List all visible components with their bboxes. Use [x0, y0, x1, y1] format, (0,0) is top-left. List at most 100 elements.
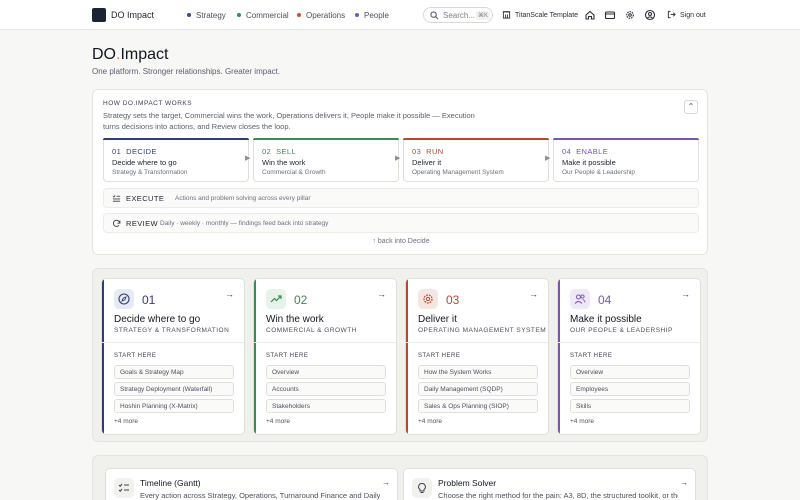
- pillar-link[interactable]: Employees: [570, 382, 690, 396]
- pillar-link[interactable]: Goals & Strategy Map: [114, 365, 234, 379]
- how-it-works-panel: HOW DO.IMPACT WORKS Strategy sets the ta…: [92, 89, 708, 255]
- review-description: Daily · weekly · monthly — findings feed…: [160, 220, 329, 227]
- pillar-link[interactable]: Daily Management (SQDP): [418, 382, 538, 396]
- gear-icon[interactable]: [624, 9, 636, 21]
- pillar-link[interactable]: Stakeholders: [266, 399, 386, 413]
- tools-panel: Timeline (Gantt) Every action across Str…: [92, 455, 708, 500]
- problem-solver-card[interactable]: Problem Solver Choose the right method f…: [403, 468, 696, 500]
- more-link[interactable]: +4 more: [418, 418, 442, 425]
- card-title: Problem Solver: [438, 478, 497, 488]
- execute-description: Actions and problem solving across every…: [175, 195, 311, 202]
- list-check-icon: [112, 195, 121, 202]
- pillar-number: 04: [598, 293, 612, 307]
- step-run[interactable]: 03 RUN Deliver it Operating Management S…: [403, 138, 549, 182]
- back-into-decide-link[interactable]: ↑ back into Decide: [93, 238, 709, 245]
- step-subtitle: Operating Management System: [412, 169, 504, 176]
- pillar-icon-box: [114, 289, 134, 309]
- step-enable[interactable]: 04 ENABLE Make it possible Our People & …: [553, 138, 699, 182]
- step-arrow-icon: ▶: [395, 155, 401, 162]
- pillar-card-people[interactable]: 04 → Make it possible OUR PEOPLE & LEADE…: [557, 278, 701, 435]
- compass-icon: [118, 293, 130, 305]
- pillar-link[interactable]: Strategy Deployment (Waterfall): [114, 382, 234, 396]
- step-arrow-icon: ▶: [545, 155, 551, 162]
- nav-commercial[interactable]: Commercial: [237, 11, 289, 20]
- page-subtitle: One platform. Stronger relationships. Gr…: [92, 67, 281, 76]
- pillar-link[interactable]: Skills: [570, 399, 690, 413]
- building-icon: [502, 11, 511, 19]
- pillar-icon-box: [570, 289, 590, 309]
- nav-operations[interactable]: Operations: [297, 11, 345, 20]
- execute-label: EXECUTE: [126, 194, 165, 203]
- pillar-arrow-icon[interactable]: →: [681, 289, 690, 299]
- pillar-accent-bar: [254, 279, 256, 434]
- pillar-icon-box: [266, 289, 286, 309]
- gear-icon: [423, 294, 433, 304]
- nav-strategy[interactable]: Strategy: [187, 11, 226, 20]
- more-link[interactable]: +4 more: [570, 418, 594, 425]
- brand-name[interactable]: DO Impact: [111, 10, 154, 20]
- pillar-link[interactable]: Overview: [570, 365, 690, 379]
- nav-people[interactable]: People: [355, 11, 389, 20]
- nav-dot: [187, 13, 191, 17]
- pillar-link[interactable]: Overview: [266, 365, 386, 379]
- checklist-icon: [118, 483, 129, 492]
- user-circle-icon[interactable]: [644, 9, 656, 21]
- step-title: Make it possible: [562, 158, 616, 167]
- collapse-button[interactable]: ⌃: [684, 100, 698, 114]
- step-decide[interactable]: 01 DECIDE Decide where to go Strategy & …: [103, 138, 249, 182]
- search-shortcut: ⌘K: [476, 11, 491, 20]
- template-button[interactable]: TitanScale Template: [502, 10, 578, 19]
- divider: [558, 342, 700, 343]
- pillar-arrow-icon[interactable]: →: [529, 289, 538, 299]
- pillar-card-operations[interactable]: 03 → Deliver it OPERATING MANAGEMENT SYS…: [405, 278, 549, 435]
- execute-row[interactable]: EXECUTE Actions and problem solving acro…: [103, 188, 699, 208]
- step-number: 02 SELL: [262, 147, 297, 156]
- pillars-panel: 01 → Decide where to go STRATEGY & TRANS…: [92, 268, 708, 442]
- step-subtitle: Our People & Leadership: [562, 169, 635, 176]
- card-arrow-icon[interactable]: →: [680, 478, 688, 487]
- how-title: HOW DO.IMPACT WORKS: [103, 100, 193, 107]
- search-placeholder: Search...: [443, 11, 476, 20]
- lightbulb-icon: [418, 482, 426, 493]
- divider: [254, 342, 396, 343]
- pillar-link[interactable]: Accounts: [266, 382, 386, 396]
- sign-out-icon: [667, 10, 676, 19]
- review-label: REVIEW: [126, 219, 158, 228]
- pillar-arrow-icon[interactable]: →: [225, 289, 234, 299]
- pillar-title: Make it possible: [570, 314, 642, 325]
- pillar-arrow-icon[interactable]: →: [377, 289, 386, 299]
- step-sell[interactable]: 02 SELL Win the work Commercial & Growth: [253, 138, 399, 182]
- timeline-card[interactable]: Timeline (Gantt) Every action across Str…: [105, 468, 398, 500]
- refresh-icon: [112, 219, 121, 227]
- more-link[interactable]: +4 more: [266, 418, 290, 425]
- divider: [102, 342, 244, 343]
- step-subtitle: Commercial & Growth: [262, 169, 326, 176]
- pillar-card-commercial[interactable]: 02 → Win the work COMMERCIAL & GROWTH ST…: [253, 278, 397, 435]
- pillar-accent-bar: [558, 279, 560, 434]
- sign-out-button[interactable]: Sign out: [667, 10, 706, 19]
- review-row[interactable]: REVIEW Daily · weekly · monthly — findin…: [103, 213, 699, 233]
- step-title: Decide where to go: [112, 158, 177, 167]
- step-title: Deliver it: [412, 158, 442, 167]
- users-icon: [574, 294, 586, 304]
- pillar-link[interactable]: How the System Works: [418, 365, 538, 379]
- pillar-link[interactable]: Hoshin Planning (X-Matrix): [114, 399, 234, 413]
- page-title: DO.Impact: [92, 46, 169, 63]
- pillar-card-strategy[interactable]: 01 → Decide where to go STRATEGY & TRANS…: [101, 278, 245, 435]
- step-accent-bar: [403, 138, 549, 140]
- step-number: 04 ENABLE: [562, 147, 609, 156]
- pillar-icon-box: [418, 289, 438, 309]
- more-link[interactable]: +4 more: [114, 418, 138, 425]
- step-number: 01 DECIDE: [112, 147, 157, 156]
- card-arrow-icon[interactable]: →: [382, 478, 390, 487]
- search-input[interactable]: Search... ⌘K: [423, 7, 493, 23]
- home-icon[interactable]: [584, 9, 596, 21]
- card-icon[interactable]: [604, 9, 616, 21]
- nav-dot: [355, 13, 359, 17]
- logo[interactable]: [92, 8, 106, 22]
- start-here-label: START HERE: [418, 353, 461, 359]
- step-number: 03 RUN: [412, 147, 444, 156]
- step-accent-bar: [253, 138, 399, 140]
- nav-dot: [237, 13, 241, 17]
- pillar-link[interactable]: Sales & Ops Planning (SIOP): [418, 399, 538, 413]
